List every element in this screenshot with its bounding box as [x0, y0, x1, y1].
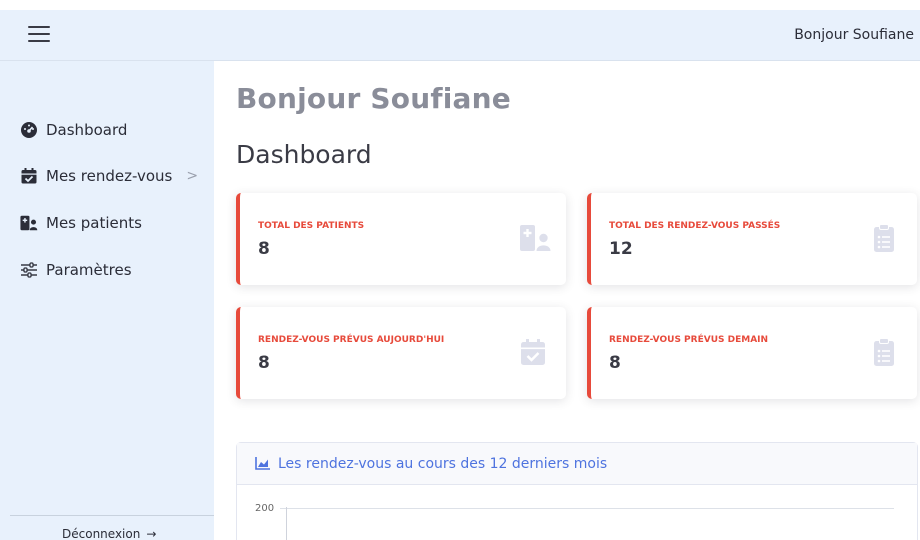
clipboard-list-icon	[869, 337, 899, 367]
chart-panel: Les rendez-vous au cours des 12 derniers…	[236, 442, 918, 540]
stat-card-total-patients: TOTAL DES PATIENTS 8	[236, 193, 566, 285]
menu-toggle-icon[interactable]	[28, 26, 50, 44]
chart-header: Les rendez-vous au cours des 12 derniers…	[237, 443, 917, 485]
stat-card-total-rdv-passes: TOTAL DES RENDEZ-VOUS PASSÉS 12	[587, 193, 917, 285]
calendar-check-icon	[518, 337, 548, 367]
card-value: 8	[258, 239, 270, 259]
topbar: Bonjour Soufiane	[0, 10, 920, 61]
logout-label: Déconnexion	[62, 527, 141, 540]
chart-body: 200	[237, 485, 917, 540]
clipboard-list-icon	[869, 223, 899, 253]
topbar-greeting[interactable]: Bonjour Soufiane	[794, 27, 914, 43]
area-chart-icon	[255, 457, 270, 470]
card-label: RENDEZ-VOUS PRÉVUS AUJOURD'HUI	[258, 335, 445, 345]
sidebar-item-parametres[interactable]: Paramètres	[20, 261, 132, 279]
y-tick-label: 200	[255, 503, 275, 514]
sidebar-item-dashboard[interactable]: Dashboard	[20, 121, 127, 139]
chart-title: Les rendez-vous au cours des 12 derniers…	[278, 455, 608, 472]
sidebar-item-label: Dashboard	[46, 121, 128, 139]
stat-card-rdv-demain: RENDEZ-VOUS PRÉVUS DEMAIN 8	[587, 307, 917, 399]
sidebar-item-label: Mes rendez-vous	[46, 167, 173, 185]
card-label: TOTAL DES PATIENTS	[258, 221, 365, 231]
logout-button[interactable]: Déconnexion →	[62, 527, 156, 540]
card-value: 12	[609, 239, 633, 259]
hospital-user-icon	[20, 214, 38, 232]
sidebar-item-mes-rendez-vous[interactable]: Mes rendez-vous >	[20, 167, 198, 185]
card-value: 8	[609, 353, 621, 373]
sign-out-icon: →	[146, 527, 157, 540]
y-axis-line	[286, 507, 287, 540]
card-label: TOTAL DES RENDEZ-VOUS PASSÉS	[609, 221, 781, 231]
card-label: RENDEZ-VOUS PRÉVUS DEMAIN	[609, 335, 769, 345]
chevron-right-icon: >	[186, 168, 199, 184]
calendar-check-icon	[20, 167, 38, 185]
tachometer-icon	[20, 121, 38, 139]
sidebar-divider	[10, 515, 214, 516]
page-title: Dashboard	[236, 140, 372, 169]
stat-card-rdv-aujourdhui: RENDEZ-VOUS PRÉVUS AUJOURD'HUI 8	[236, 307, 566, 399]
sidebar-item-label: Paramètres	[46, 261, 132, 279]
sidebar: Dashboard Mes rendez-vous > Mes patients…	[0, 61, 214, 540]
hospital-user-icon	[518, 223, 551, 253]
page-greeting: Bonjour Soufiane	[236, 82, 511, 115]
sidebar-item-mes-patients[interactable]: Mes patients	[20, 214, 142, 232]
card-value: 8	[258, 353, 270, 373]
sliders-icon	[20, 261, 38, 279]
grid-line	[280, 508, 894, 509]
sidebar-item-label: Mes patients	[46, 214, 142, 232]
